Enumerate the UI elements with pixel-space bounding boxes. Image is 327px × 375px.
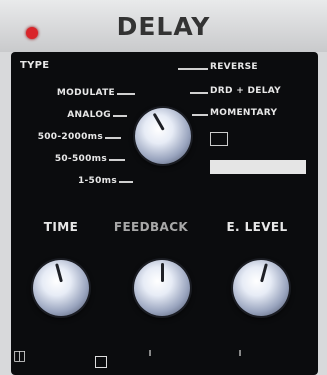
knob-pointer-icon [54, 263, 63, 283]
param-label-e-level: E. LEVEL [226, 220, 288, 234]
panel-title: DELAY [116, 12, 211, 41]
type-option-analog[interactable]: ANALOG [25, 110, 111, 120]
type-option-momentary[interactable]: MOMENTARY [210, 108, 277, 118]
type-button-1[interactable] [210, 132, 228, 146]
jack-icon[interactable] [95, 356, 107, 368]
tick [117, 93, 135, 95]
panel-header: DELAY [0, 0, 327, 52]
type-knob[interactable] [135, 108, 191, 164]
type-option-500-2000[interactable]: 500-2000ms [15, 132, 103, 142]
feedback-knob[interactable] [134, 260, 190, 316]
param-label-time: TIME [43, 220, 79, 234]
knob-pointer-icon [259, 263, 268, 283]
type-button-2[interactable] [210, 160, 306, 174]
input-icon[interactable]: ◫ [13, 348, 26, 364]
tick [119, 181, 133, 183]
e-level-knob[interactable] [233, 260, 289, 316]
tick [109, 159, 125, 161]
type-option-50-500[interactable]: 50-500ms [21, 154, 107, 164]
tick-mark [149, 350, 151, 356]
tick [113, 115, 127, 117]
param-label-feedback: FEEDBACK [113, 220, 189, 234]
tick [190, 92, 208, 94]
type-option-modulate[interactable]: MODULATE [25, 88, 115, 98]
tick [178, 68, 208, 70]
type-option-1-50[interactable]: 1-50ms [31, 176, 117, 186]
knob-pointer-icon [152, 113, 165, 132]
type-heading: TYPE [20, 60, 50, 71]
tick-mark [239, 350, 241, 356]
type-option-drd-delay[interactable]: DRD + DELAY [210, 86, 281, 96]
control-face: TYPE MODULATE ANALOG 500-2000ms 50-500ms… [11, 52, 318, 375]
knob-pointer-icon [160, 263, 164, 283]
tick [105, 137, 121, 139]
time-knob[interactable] [33, 260, 89, 316]
delay-panel: DELAY TYPE MODULATE ANALOG 500-2000ms 50… [0, 0, 327, 375]
tick [192, 114, 208, 116]
type-option-reverse[interactable]: REVERSE [210, 62, 258, 72]
